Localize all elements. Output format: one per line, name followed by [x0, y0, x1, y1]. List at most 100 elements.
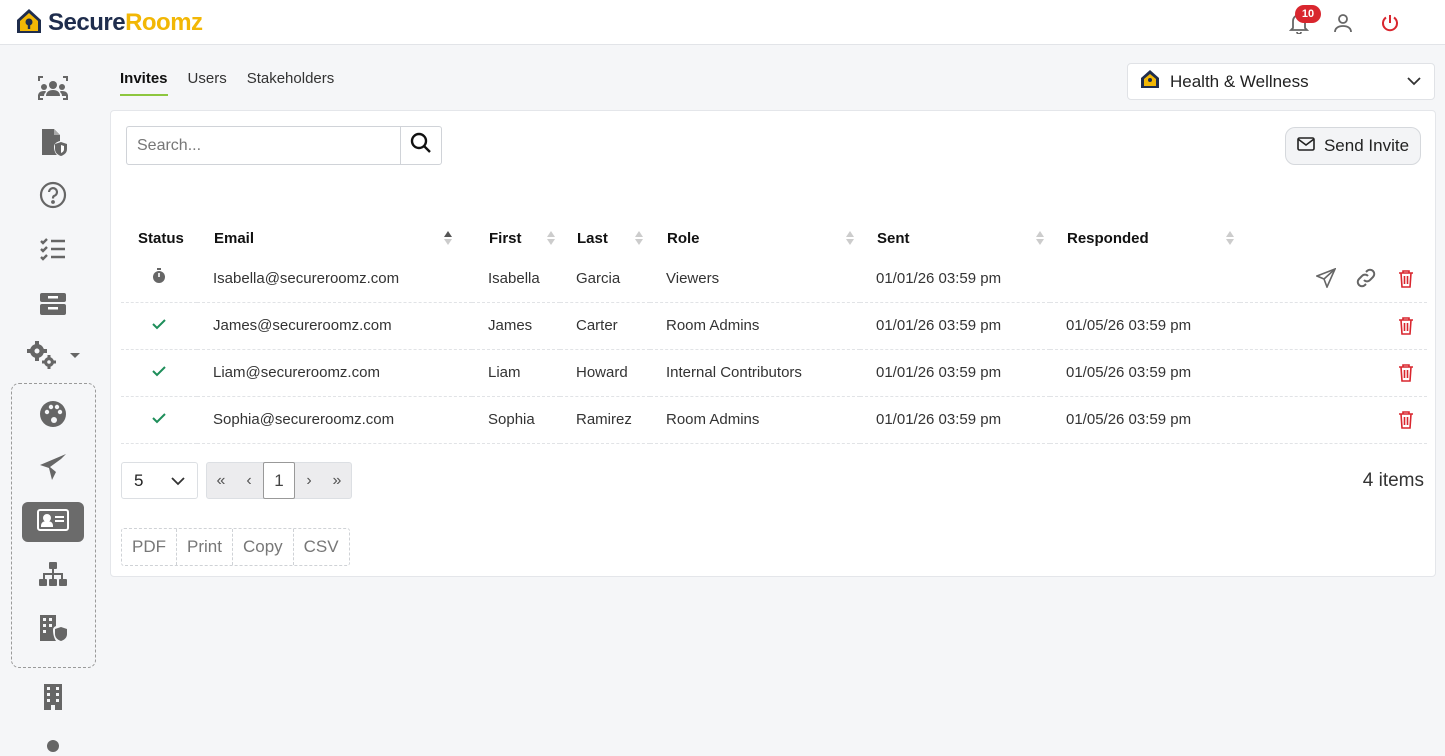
- column-header-sent[interactable]: Sent: [860, 221, 1050, 255]
- sidebar-item-settings[interactable]: [22, 337, 84, 377]
- send-invite-button[interactable]: Send Invite: [1285, 127, 1421, 165]
- resend-icon[interactable]: [1313, 265, 1339, 291]
- invites-table: Status Email First Last Role Sent Respon…: [121, 221, 1427, 444]
- actions-cell: [1240, 255, 1427, 303]
- sort-asc-icon: [444, 231, 452, 245]
- status-cell: [121, 396, 197, 444]
- user-icon[interactable]: [1331, 11, 1355, 35]
- email-cell: Sophia@secureroomz.com: [197, 396, 472, 444]
- email-cell: Isabella@secureroomz.com: [197, 255, 472, 303]
- export-buttons: PDF Print Copy CSV: [121, 528, 350, 566]
- page-size-value: 5: [134, 470, 144, 490]
- power-icon[interactable]: [1378, 11, 1402, 35]
- brand-name: SecureRoomz: [48, 9, 203, 36]
- check-icon: [152, 317, 166, 334]
- sidebar-item-help[interactable]: [22, 177, 84, 217]
- column-header-last[interactable]: Last: [560, 221, 650, 255]
- export-print-button[interactable]: Print: [177, 529, 233, 565]
- logo[interactable]: SecureRoomz: [14, 7, 203, 39]
- first-name-cell: Liam: [472, 349, 560, 397]
- export-csv-button[interactable]: CSV: [294, 529, 349, 565]
- sidebar-item-documents-secure[interactable]: [22, 124, 84, 164]
- first-name-cell: Sophia: [472, 396, 560, 444]
- column-header-actions: [1240, 221, 1427, 255]
- sort-icon: [846, 231, 854, 245]
- table-row: James@secureroomz.com James Carter Room …: [121, 302, 1427, 350]
- tab-invites[interactable]: Invites: [120, 70, 168, 96]
- table-row: Sophia@secureroomz.com Sophia Ramirez Ro…: [121, 396, 1427, 444]
- sidebar-item-send[interactable]: [22, 449, 84, 489]
- inbox-tray-icon: [39, 292, 67, 321]
- table-row: Liam@secureroomz.com Liam Howard Interna…: [121, 349, 1427, 397]
- pagination-row: 5 « ‹ 1 › » 4 items: [121, 462, 1427, 500]
- search-button[interactable]: [400, 126, 442, 165]
- sidebar-item-branding[interactable]: [22, 396, 84, 436]
- sent-cell: 01/01/26 03:59 pm: [860, 302, 1050, 350]
- room-selector[interactable]: Health & Wellness: [1127, 63, 1435, 100]
- room-selector-value: Health & Wellness: [1170, 71, 1309, 91]
- delete-icon[interactable]: [1393, 313, 1419, 339]
- copy-link-icon[interactable]: [1353, 265, 1379, 291]
- role-cell: Room Admins: [650, 396, 860, 444]
- column-header-responded[interactable]: Responded: [1050, 221, 1240, 255]
- sidebar-item-inbox[interactable]: [22, 286, 84, 326]
- column-header-first[interactable]: First: [472, 221, 560, 255]
- send-icon: [39, 453, 67, 486]
- tab-users[interactable]: Users: [188, 70, 227, 96]
- tabs: Invites Users Stakeholders: [120, 70, 334, 96]
- top-bar: SecureRoomz 10: [0, 0, 1445, 45]
- responded-cell: [1050, 255, 1240, 303]
- search-input[interactable]: [126, 126, 400, 165]
- sidebar-more-icon[interactable]: [47, 740, 59, 752]
- role-cell: Room Admins: [650, 302, 860, 350]
- sidebar-item-buildings-secure[interactable]: [22, 610, 84, 650]
- current-page-button[interactable]: 1: [263, 462, 295, 499]
- responded-cell: 01/05/26 03:59 pm: [1050, 302, 1240, 350]
- checklist-icon: [39, 236, 67, 267]
- status-cell: [121, 302, 197, 350]
- envelope-icon: [1297, 136, 1315, 156]
- check-icon: [152, 364, 166, 381]
- last-name-cell: Carter: [560, 302, 650, 350]
- chevron-down-icon: [1406, 73, 1422, 91]
- actions-cell: [1240, 349, 1427, 397]
- room-house-icon: [1140, 69, 1160, 94]
- column-header-email[interactable]: Email: [197, 221, 472, 255]
- last-name-cell: Ramirez: [560, 396, 650, 444]
- prev-page-button[interactable]: ‹: [235, 463, 263, 498]
- pager: « ‹ 1 › »: [206, 462, 352, 499]
- page-size-select[interactable]: 5: [121, 462, 198, 499]
- first-page-button[interactable]: «: [207, 463, 235, 498]
- last-name-cell: Garcia: [560, 255, 650, 303]
- delete-icon[interactable]: [1393, 265, 1419, 291]
- email-cell: James@secureroomz.com: [197, 302, 472, 350]
- tab-stakeholders[interactable]: Stakeholders: [247, 70, 335, 96]
- last-name-cell: Howard: [560, 349, 650, 397]
- table-row: Isabella@secureroomz.com Isabella Garcia…: [121, 255, 1427, 303]
- notification-badge: 10: [1295, 5, 1321, 23]
- settings-gears-icon: [25, 340, 81, 375]
- invites-panel: Send Invite Status Email First Last Role…: [110, 110, 1436, 577]
- sent-cell: 01/01/26 03:59 pm: [860, 255, 1050, 303]
- next-page-button[interactable]: ›: [295, 463, 323, 498]
- actions-cell: [1240, 396, 1427, 444]
- help-circle-icon: [39, 181, 67, 214]
- sort-icon: [635, 231, 643, 245]
- column-header-role[interactable]: Role: [650, 221, 860, 255]
- sidebar-item-users-group[interactable]: [22, 70, 84, 110]
- last-page-button[interactable]: »: [323, 463, 351, 498]
- sort-icon: [547, 231, 555, 245]
- sidebar-item-checklist[interactable]: [22, 231, 84, 271]
- sidebar-item-invites[interactable]: [22, 502, 84, 542]
- id-card-icon: [37, 508, 69, 537]
- export-pdf-button[interactable]: PDF: [122, 529, 177, 565]
- first-name-cell: James: [472, 302, 560, 350]
- sidebar-item-building[interactable]: [22, 679, 84, 719]
- delete-icon[interactable]: [1393, 360, 1419, 386]
- users-group-icon: [36, 74, 70, 107]
- delete-icon[interactable]: [1393, 407, 1419, 433]
- export-copy-button[interactable]: Copy: [233, 529, 294, 565]
- file-shield-icon: [38, 127, 68, 162]
- sidebar-item-hierarchy[interactable]: [22, 556, 84, 596]
- sitemap-icon: [38, 561, 68, 592]
